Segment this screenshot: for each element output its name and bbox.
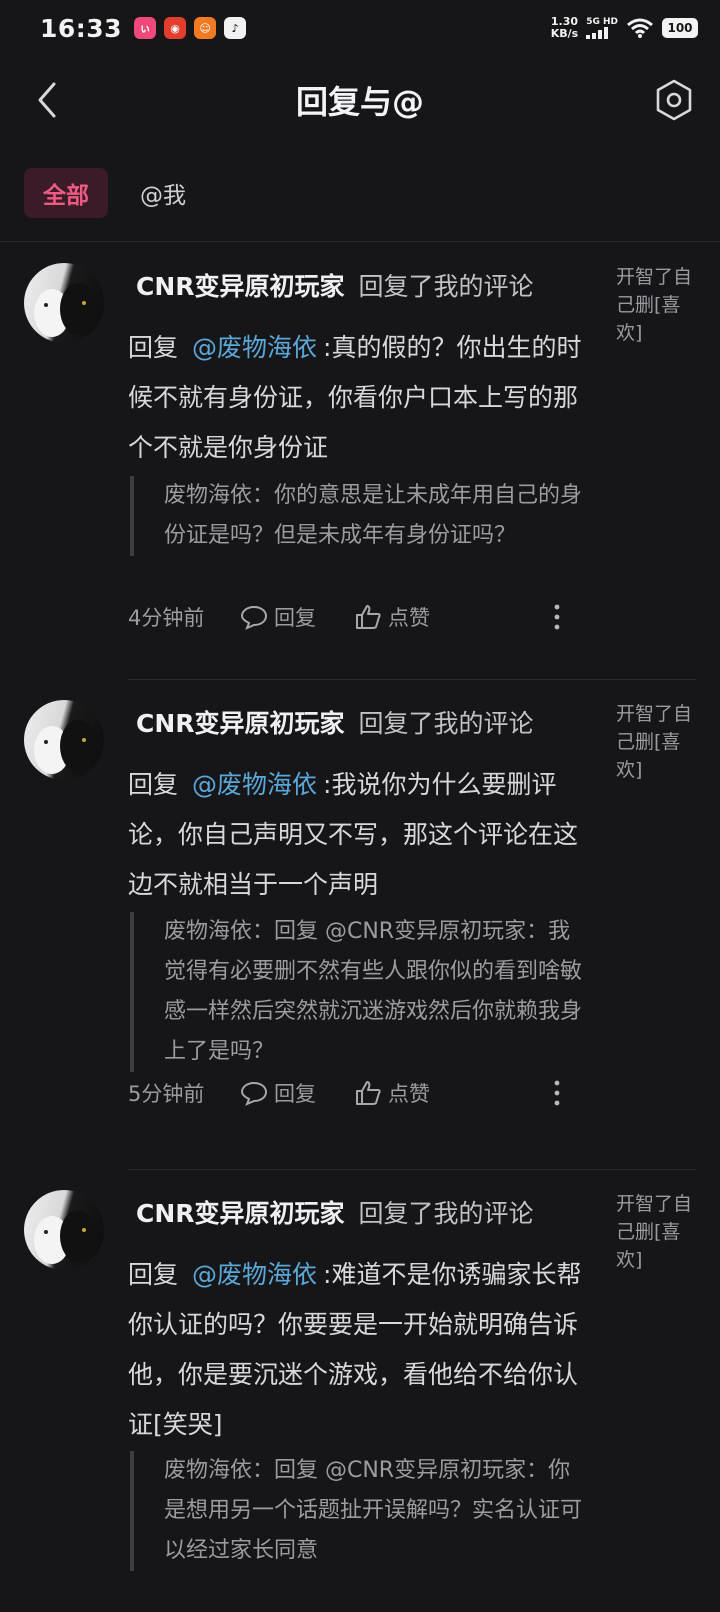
network-speed: 1.30 KB/s — [550, 15, 579, 40]
cat-avatar-icon — [34, 283, 96, 337]
tab-mentions[interactable]: @我 — [140, 176, 186, 210]
avatar[interactable] — [24, 1190, 104, 1270]
wifi-icon — [627, 18, 653, 38]
more-vertical-icon — [554, 604, 560, 630]
back-button[interactable] — [30, 80, 66, 120]
list-item[interactable]: CNR变异原初玩家 回复了我的评论 开智了自己删[喜欢] 回复 @废物海依:难道不是… — [0, 1170, 720, 1612]
list-item[interactable]: CNR变异原初玩家 回复了我的评论 开智了自己删[喜欢] 回复 @废物海依:我说你为… — [0, 680, 720, 1170]
comment-bubble-icon — [240, 1081, 268, 1106]
tiktok-icon: ♪ — [224, 17, 247, 39]
netease-music-icon: ◉ — [164, 17, 187, 39]
more-options-button[interactable] — [545, 1079, 569, 1107]
original-comment-snippet[interactable]: 开智了自己删[喜欢] — [616, 263, 700, 347]
item-actions: 5分钟前 回复 点赞 — [128, 1073, 583, 1113]
filter-tabs: 全部 @我 — [0, 144, 720, 242]
action-text: 回复了我的评论 — [358, 1199, 534, 1228]
cat-avatar-icon — [34, 720, 96, 774]
mention-link[interactable]: @废物海依 — [192, 1260, 317, 1289]
original-comment-snippet[interactable]: 开智了自己删[喜欢] — [616, 700, 700, 784]
avatar[interactable] — [24, 263, 104, 343]
settings-button[interactable] — [652, 78, 696, 122]
quoted-comment: 废物海依：回复 @CNR变异原初玩家：我觉得有必要删不然有些人跟你似的看到啥敏感… — [130, 912, 585, 1072]
app-notification-icon: ぃ — [134, 17, 157, 39]
username[interactable]: CNR变异原初玩家 — [136, 709, 345, 738]
notification-icons: ぃ ◉ ☺ ♪ — [134, 17, 247, 39]
reply-text: 回复 @废物海依:我说你为什么要删评论，你自己声明又不写，那这个评论在这边不就相当… — [128, 770, 579, 899]
cat-avatar-icon — [34, 1210, 96, 1264]
page-title: 回复与@ — [295, 83, 424, 121]
mention-link[interactable]: @废物海依 — [192, 770, 317, 799]
shopping-app-icon: ☺ — [194, 17, 217, 39]
item-actions: 4分钟前 回复 点赞 — [128, 597, 583, 637]
mention-link[interactable]: @废物海依 — [192, 333, 317, 362]
status-time: 16:33 — [40, 13, 123, 43]
quoted-comment: 废物海依：你的意思是让未成年用自己的身份证是吗？但是未成年有身份证吗？ — [130, 476, 585, 556]
thumbs-up-icon — [356, 605, 381, 629]
username[interactable]: CNR变异原初玩家 — [136, 272, 345, 301]
like-button[interactable]: 点赞 — [354, 1078, 430, 1108]
thumbs-up-icon — [356, 1081, 381, 1105]
list-item[interactable]: CNR变异原初玩家 回复了我的评论 开智了自己删[喜欢] 回复 @废物海依:真的假的… — [0, 243, 720, 680]
notification-list: CNR变异原初玩家 回复了我的评论 开智了自己删[喜欢] 回复 @废物海依:真的假的… — [0, 243, 720, 1612]
more-options-button[interactable] — [545, 603, 569, 631]
signal-icon — [586, 27, 618, 39]
action-text: 回复了我的评论 — [358, 709, 534, 738]
timestamp: 5分钟前 — [128, 1082, 205, 1106]
item-header: CNR变异原初玩家 回复了我的评论 — [136, 708, 534, 740]
gear-icon — [656, 79, 692, 121]
original-comment-snippet[interactable]: 开智了自己删[喜欢] — [616, 1190, 700, 1274]
quoted-comment: 废物海依：回复 @CNR变异原初玩家：你是想用另一个话题扯开误解吗？实名认证可以… — [130, 1451, 585, 1571]
reply-button[interactable]: 回复 — [240, 1078, 316, 1108]
more-vertical-icon — [554, 1080, 560, 1106]
network-type: 5G HD — [586, 17, 618, 27]
header: 回复与@ — [0, 56, 720, 144]
reply-text: 回复 @废物海依:难道不是你诱骗家长帮你认证的吗？你要要是一开始就明确告诉他，你是… — [128, 1260, 582, 1439]
tab-all[interactable]: 全部 — [24, 167, 108, 218]
like-button[interactable]: 点赞 — [354, 602, 430, 632]
chevron-left-icon — [38, 82, 56, 118]
timestamp: 4分钟前 — [128, 606, 205, 630]
reply-button[interactable]: 回复 — [240, 602, 316, 632]
item-header: CNR变异原初玩家 回复了我的评论 — [136, 1198, 534, 1230]
battery-indicator: 100 — [662, 18, 698, 38]
comment-bubble-icon — [240, 605, 268, 630]
reply-text: 回复 @废物海依:真的假的？你出生的时候不就有身份证，你看你户口本上写的那个不就是… — [128, 333, 582, 462]
avatar[interactable] — [24, 700, 104, 780]
action-text: 回复了我的评论 — [358, 272, 534, 301]
item-header: CNR变异原初玩家 回复了我的评论 — [136, 271, 534, 303]
status-bar: 16:33 ぃ ◉ ☺ ♪ 1.30 KB/s 5G HD 100 — [0, 0, 720, 56]
username[interactable]: CNR变异原初玩家 — [136, 1199, 345, 1228]
